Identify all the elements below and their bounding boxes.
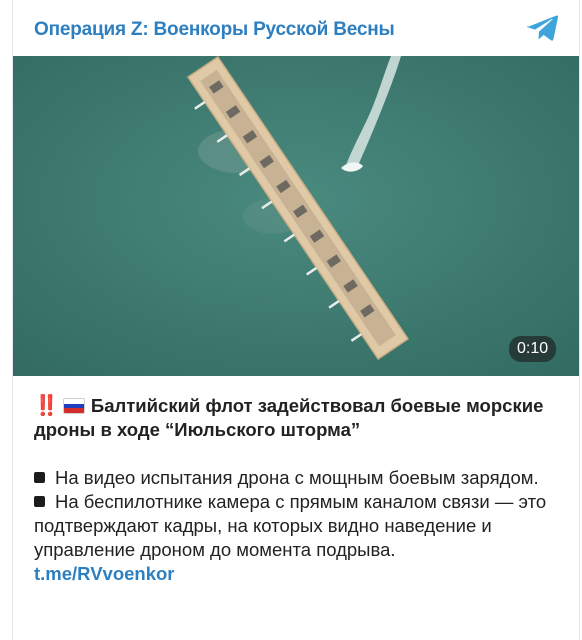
channel-link[interactable]: t.me/RVvoenkor xyxy=(34,562,574,586)
post-header: Операция Z: Военкоры Русской Весны xyxy=(13,0,579,56)
post-card: Операция Z: Военкоры Русской Весны 0:10 … xyxy=(12,0,580,640)
post-title-text: Балтийский флот задействовал боевые морс… xyxy=(34,395,544,440)
telegram-icon[interactable] xyxy=(527,14,559,42)
russia-flag-icon xyxy=(62,398,85,414)
video-preview[interactable]: 0:10 xyxy=(13,56,579,376)
bullet-text: На беспилотнике камера с прямым каналом … xyxy=(34,491,547,560)
square-bullet-icon xyxy=(34,496,45,507)
video-duration: 0:10 xyxy=(509,336,557,362)
post-title: ‼️ Балтийский флот задействовал боевые мо… xyxy=(34,394,574,442)
bullet-item: На видео испытания дрона с мощным боевым… xyxy=(34,466,574,490)
video-frame xyxy=(13,56,579,376)
bullet-text: На видео испытания дрона с мощным боевым… xyxy=(55,467,539,488)
double-exclamation-icon: ‼️ xyxy=(34,395,59,417)
post-text: ‼️ Балтийский флот задействовал боевые мо… xyxy=(34,394,574,586)
square-bullet-icon xyxy=(34,472,45,483)
bullet-item: На беспилотнике камера с прямым каналом … xyxy=(34,490,574,562)
channel-name[interactable]: Операция Z: Военкоры Русской Весны xyxy=(34,19,395,41)
